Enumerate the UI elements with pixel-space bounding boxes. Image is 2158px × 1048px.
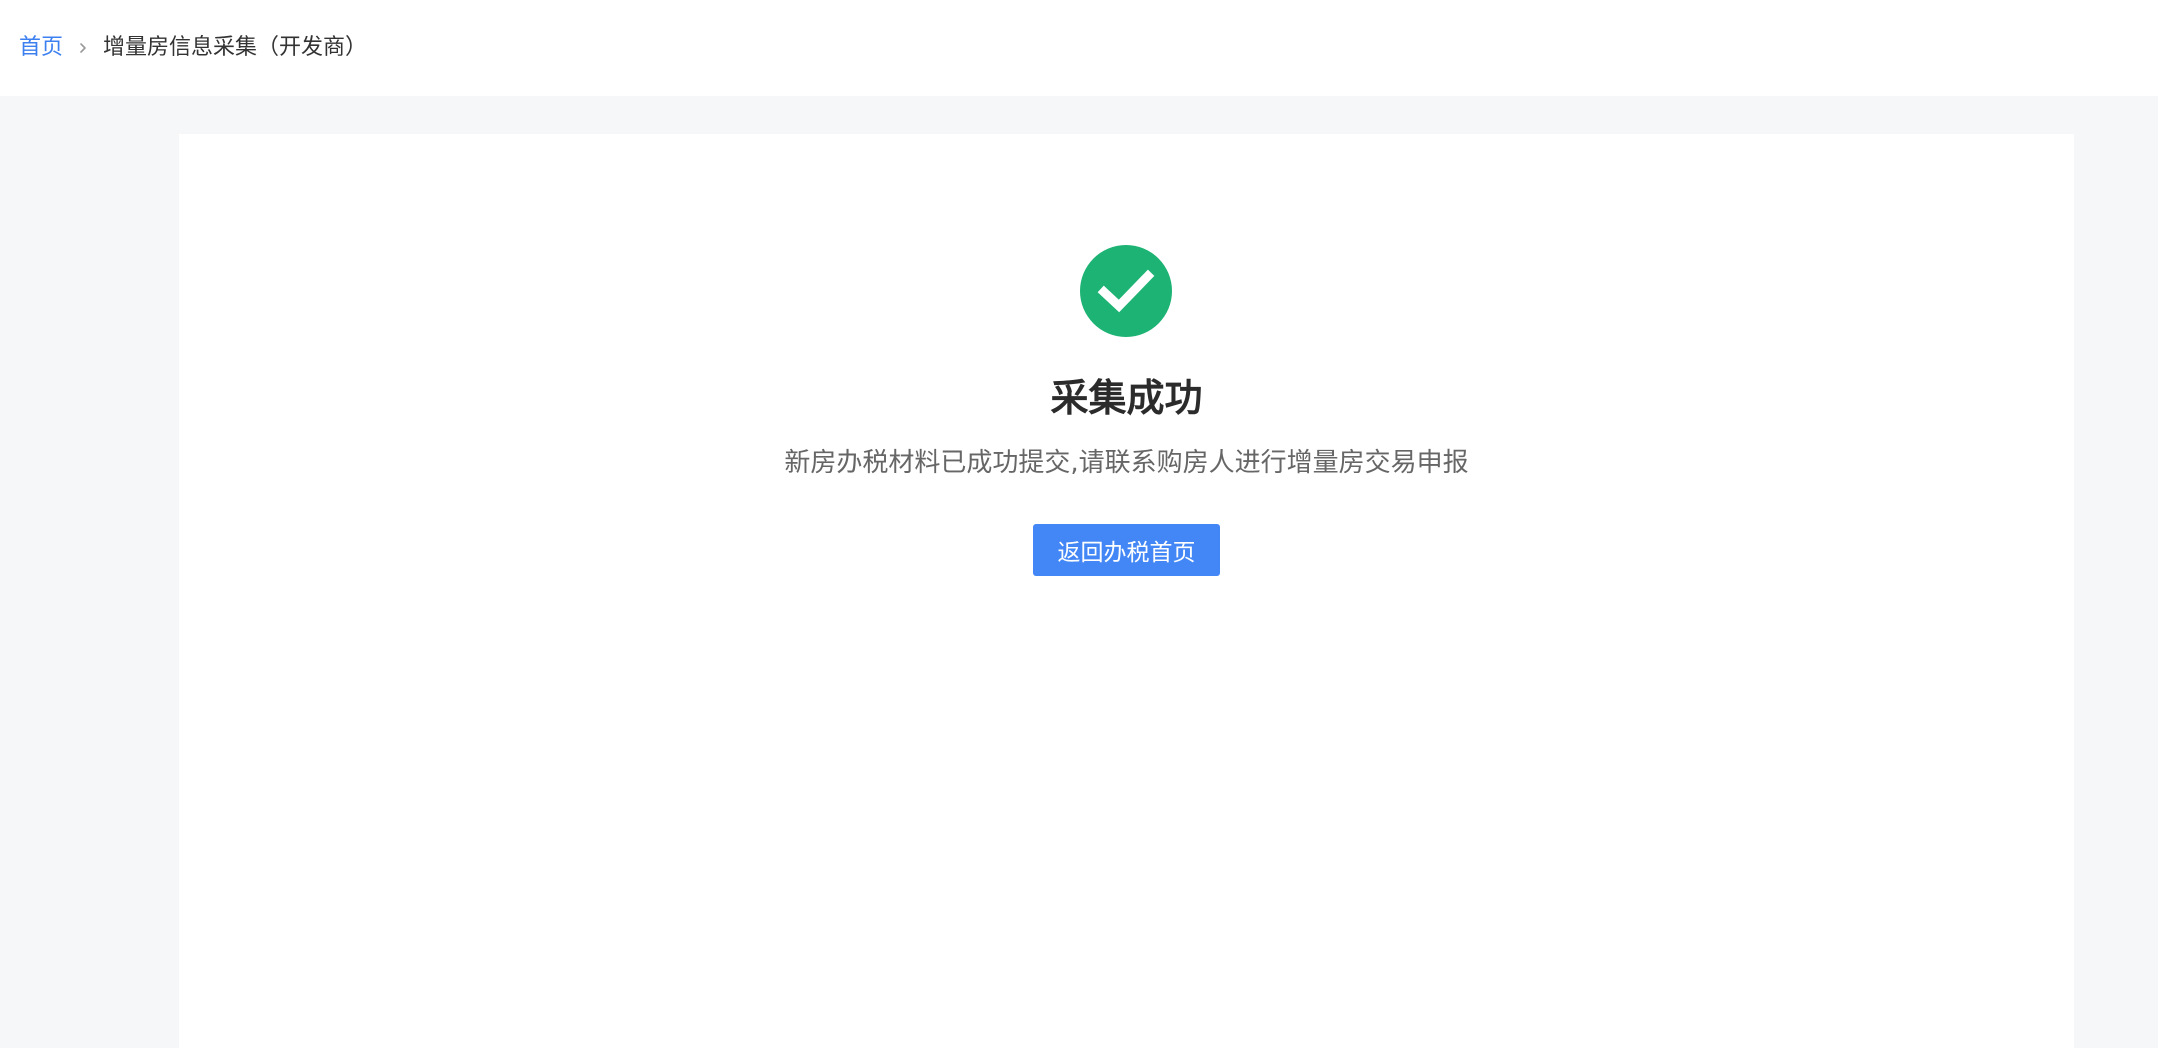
breadcrumb-home-link[interactable]: 首页 [19, 37, 63, 59]
chevron-right-icon [67, 37, 99, 59]
breadcrumb: 首页 增量房信息采集（开发商） [19, 37, 367, 59]
check-circle-icon [1080, 245, 1172, 337]
result-title: 采集成功 [1050, 376, 1203, 420]
result-card: 采集成功 新房办税材料已成功提交,请联系购房人进行增量房交易申报 返回办税首页 [179, 134, 2074, 1048]
back-to-home-button[interactable]: 返回办税首页 [1033, 524, 1220, 576]
breadcrumb-current: 增量房信息采集（开发商） [103, 35, 368, 60]
breadcrumb-bar: 首页 增量房信息采集（开发商） [0, 0, 2158, 96]
result-description: 新房办税材料已成功提交,请联系购房人进行增量房交易申报 [784, 448, 1469, 478]
